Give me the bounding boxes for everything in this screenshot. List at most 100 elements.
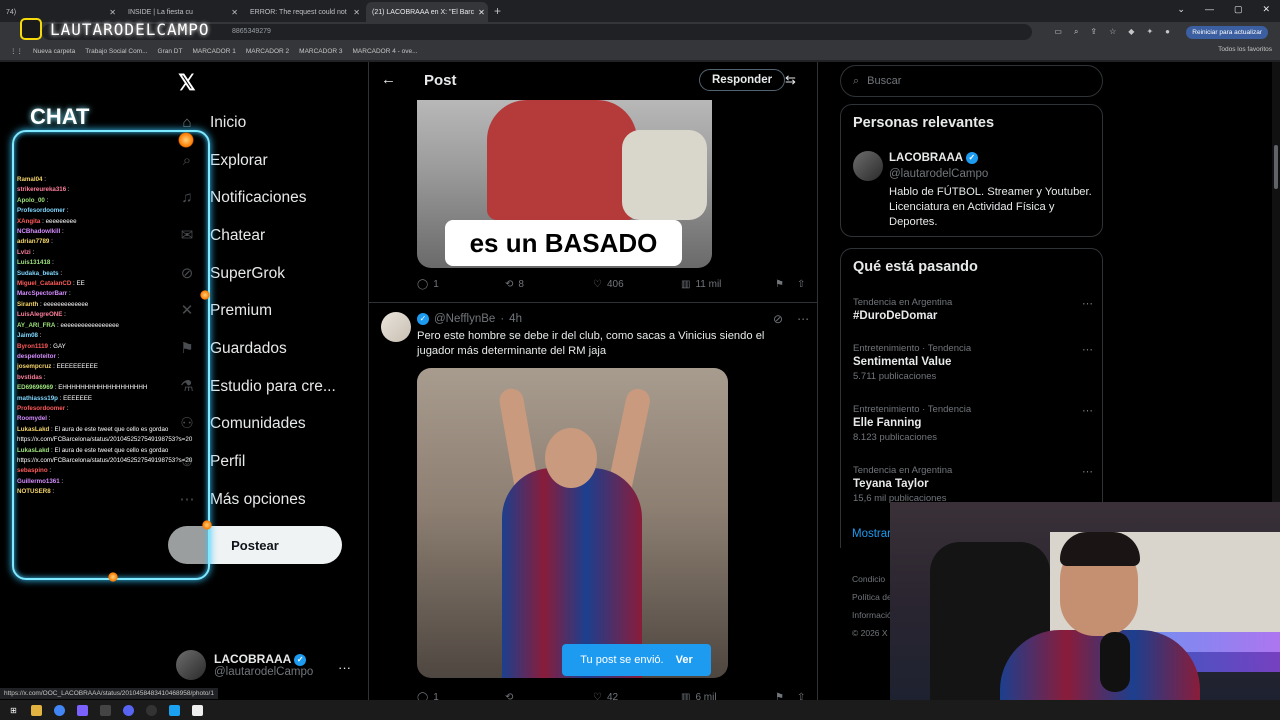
- trend-item[interactable]: Entretenimiento · Tendencia Elle Fanning…: [853, 404, 1093, 443]
- x-logo-icon[interactable]: 𝕏: [178, 70, 196, 96]
- more-icon[interactable]: ⋯: [1082, 343, 1093, 356]
- back-arrow-icon[interactable]: ←: [381, 71, 396, 88]
- sliders-icon[interactable]: ⇆: [785, 72, 796, 88]
- chat-separator: :: [46, 415, 51, 423]
- extension-icon[interactable]: ◆: [1128, 27, 1134, 37]
- chat-message: XAngita : eeeeeeeee: [17, 217, 207, 227]
- chevron-down-icon[interactable]: ⌄: [1177, 4, 1185, 15]
- bookmark-action[interactable]: ⚑: [775, 279, 797, 290]
- new-tab-button[interactable]: +: [488, 4, 507, 18]
- bookmark-item[interactable]: MARCADOR 3: [299, 48, 342, 55]
- grok-icon[interactable]: ⊘: [773, 312, 783, 326]
- relevant-handle[interactable]: @lautarodelCampo: [889, 168, 988, 180]
- relevant-name-row[interactable]: LACOBRAAA ✓: [889, 152, 978, 164]
- app-icon[interactable]: [169, 704, 180, 716]
- trend-category: Tendencia en Argentina: [853, 465, 953, 476]
- chat-message: Byron1119 : GAY: [17, 342, 207, 352]
- windows-start-icon[interactable]: ⊞: [8, 705, 19, 716]
- image-person-shape: [487, 100, 637, 220]
- chat-message: despeloteitor :: [17, 352, 207, 362]
- all-bookmarks[interactable]: Todos los favoritos: [1218, 46, 1272, 53]
- account-switcher[interactable]: LACOBRAAA ✓ @lautarodelCampo: [176, 650, 313, 680]
- share-action[interactable]: ⇧: [797, 279, 805, 290]
- chat-username: Siranth: [17, 300, 39, 308]
- toast-view-link[interactable]: Ver: [676, 654, 693, 666]
- chat-message: mathiasss19p : EEEEEEE: [17, 394, 207, 404]
- minimize-icon[interactable]: —: [1205, 4, 1214, 15]
- tweet-time[interactable]: 4h: [509, 313, 522, 325]
- tweet-handle[interactable]: @NefflynBe: [434, 313, 495, 325]
- close-icon[interactable]: ✕: [1262, 4, 1270, 15]
- trend-item[interactable]: Tendencia en Argentina #DuroDeDomar ⋯: [853, 297, 1093, 322]
- reply-action[interactable]: ◯ 1: [417, 279, 505, 290]
- app-icon[interactable]: [77, 704, 88, 716]
- close-icon[interactable]: ✕: [231, 8, 238, 17]
- bookmark-item[interactable]: MARCADOR 4 - ove...: [353, 48, 418, 55]
- tab-4[interactable]: (21) LACOBRAAA en X: "El Barc ✕: [366, 2, 488, 22]
- more-icon[interactable]: ⋯: [1082, 404, 1093, 417]
- app-icon[interactable]: [192, 704, 203, 716]
- chat-username: bvstidas: [17, 373, 43, 381]
- chat-text: El aura de este tweet que cello es gorda…: [54, 425, 169, 433]
- obs-icon[interactable]: [146, 704, 157, 716]
- avatar[interactable]: [381, 312, 411, 342]
- folder-icon[interactable]: [31, 704, 42, 716]
- bookmark-item[interactable]: MARCADOR 1: [192, 48, 235, 55]
- bookmark-item[interactable]: Trabajo Social Com...: [85, 48, 147, 55]
- maximize-icon[interactable]: ▢: [1234, 4, 1243, 15]
- bookmark-item[interactable]: MARCADOR 2: [246, 48, 289, 55]
- profile-icon[interactable]: ●: [1165, 27, 1170, 37]
- chrome-icon[interactable]: [54, 704, 65, 716]
- nav-label: Guardados: [210, 340, 287, 357]
- nav-label: Comunidades: [210, 415, 306, 432]
- share-icon[interactable]: ⇪: [1090, 27, 1097, 37]
- scrollbar-thumb[interactable]: [1274, 145, 1278, 189]
- verified-icon: ✓: [417, 313, 429, 325]
- footer-link[interactable]: Condicio: [852, 570, 892, 588]
- nav-label: Perfil: [210, 453, 246, 470]
- chat-text: https://x.com/FCBarcelona/status/2010452…: [17, 436, 193, 444]
- chat-text: El aura de este tweet que cello es gorda…: [54, 446, 169, 454]
- chat-separator: :: [60, 228, 64, 236]
- puzzle-icon[interactable]: ✦: [1146, 27, 1153, 37]
- extension-icons: ▭ ⌕ ⇪ ☆ ◆ ✦ ●: [1054, 27, 1170, 37]
- update-button[interactable]: Reiniciar para actualizar: [1186, 26, 1268, 39]
- chat-text: eeeeeeeeeeeeeeeee: [60, 321, 119, 329]
- footer-link[interactable]: Informació: [852, 606, 892, 624]
- more-icon[interactable]: ⋯: [797, 312, 809, 326]
- zoom-icon[interactable]: ⌕: [1074, 27, 1078, 37]
- bookmark-item[interactable]: Gran DT: [158, 48, 183, 55]
- trend-item[interactable]: Tendencia en Argentina Teyana Taylor 15,…: [853, 465, 1093, 504]
- views-action[interactable]: ▥ 11 mil: [681, 279, 775, 290]
- app-icon[interactable]: [100, 704, 111, 716]
- trend-item[interactable]: Entretenimiento · Tendencia Sentimental …: [853, 343, 1093, 382]
- apps-icon[interactable]: ⋮⋮: [10, 47, 23, 55]
- footer-link[interactable]: Política de: [852, 588, 892, 606]
- close-icon[interactable]: ✕: [109, 8, 116, 17]
- cast-icon[interactable]: ▭: [1054, 27, 1062, 37]
- more-icon[interactable]: ⋯: [1082, 297, 1093, 310]
- account-more-icon[interactable]: ···: [338, 660, 351, 675]
- discord-icon[interactable]: [123, 704, 134, 716]
- chat-message: https://x.com/FCBarcelona/status/2010452…: [17, 435, 207, 445]
- chat-username: Roomydel: [17, 415, 47, 423]
- post-image-2[interactable]: [417, 368, 728, 678]
- search-input[interactable]: ⌕ Buscar: [840, 65, 1103, 97]
- avatar[interactable]: [853, 151, 883, 181]
- close-icon[interactable]: ✕: [478, 8, 485, 17]
- post-actions: ◯ 1 ⟲ 8 ♡ 406 ▥ 11 mil ⚑ ⇧: [417, 279, 807, 290]
- tab-3[interactable]: ERROR: The request could not ✕: [244, 2, 366, 22]
- like-action[interactable]: ♡ 406: [593, 279, 681, 290]
- more-icon[interactable]: ⋯: [1082, 465, 1093, 478]
- webcam-hair-shape: [1060, 532, 1140, 566]
- star-icon[interactable]: ☆: [1109, 27, 1116, 37]
- post-image-1[interactable]: es un BASADO: [417, 100, 712, 268]
- heart-icon: ♡: [593, 279, 602, 290]
- repost-action[interactable]: ⟲ 8: [505, 279, 593, 290]
- bookmark-item[interactable]: Nueva carpeta: [33, 48, 75, 55]
- close-icon[interactable]: ✕: [353, 8, 360, 17]
- reply-button[interactable]: Responder: [699, 69, 786, 91]
- chat-text: EHHHHHHHHHHHHHHHHHHH: [58, 384, 148, 392]
- show-more-link[interactable]: Mostrar: [852, 528, 891, 540]
- tab-label: INSIDE | La fiesta cu: [128, 8, 193, 16]
